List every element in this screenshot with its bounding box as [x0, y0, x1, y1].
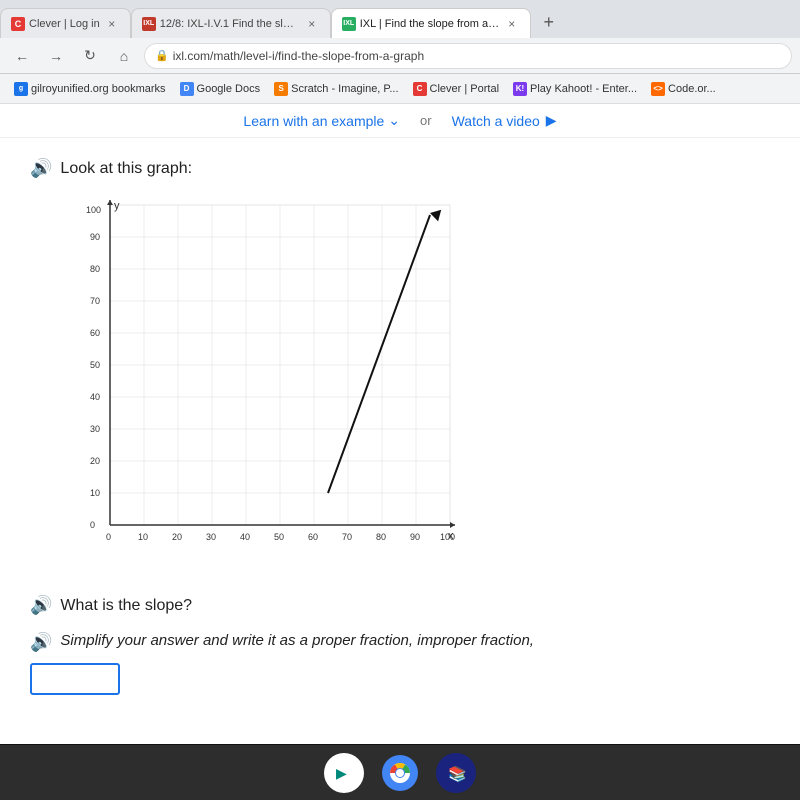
svg-text:30: 30	[90, 424, 100, 434]
bookmark-clever-label: Clever | Portal	[430, 83, 500, 95]
svg-text:0: 0	[106, 532, 111, 542]
svg-text:90: 90	[410, 532, 420, 542]
speaker-icon-3[interactable]: 🔊	[30, 632, 52, 653]
svg-text:70: 70	[342, 532, 352, 542]
bookmark-clever[interactable]: C Clever | Portal	[407, 80, 506, 98]
bookmark-code-label: Code.or...	[668, 83, 716, 95]
svg-text:📚: 📚	[448, 765, 467, 783]
google-meet-icon[interactable]: ▶	[324, 753, 364, 793]
graph-svg: y x 0 10 20 30 40 50 60 70 80 90	[70, 195, 470, 575]
new-tab-button[interactable]: +	[535, 8, 563, 36]
tab-ixl2[interactable]: IXL IXL | Find the slope from a graph ×	[331, 8, 531, 38]
bookmark-gilroy-label: gilroyunified.org bookmarks	[31, 83, 166, 95]
tab-ixl1[interactable]: IXL 12/8: IXL-I.V.1 Find the slope fr...…	[131, 8, 331, 38]
url-bar[interactable]: 🔒 ixl.com/math/level-i/find-the-slope-fr…	[144, 43, 792, 69]
svg-text:10: 10	[138, 532, 148, 542]
play-icon: ▶	[546, 112, 557, 129]
answer-input[interactable]	[30, 663, 120, 695]
chrome-icon[interactable]	[380, 753, 420, 793]
ixl2-favicon: IXL	[342, 17, 356, 31]
svg-text:50: 50	[90, 360, 100, 370]
svg-text:60: 60	[308, 532, 318, 542]
bookmark-scratch[interactable]: S Scratch - Imagine, P...	[268, 80, 404, 98]
url-text: ixl.com/math/level-i/find-the-slope-from…	[173, 49, 424, 63]
svg-text:30: 30	[206, 532, 216, 542]
svg-text:40: 40	[240, 532, 250, 542]
what-is-slope-row: 🔊 What is the slope?	[30, 595, 770, 616]
taskbar: ▶	[0, 744, 800, 800]
svg-text:70: 70	[90, 296, 100, 306]
book-icon[interactable]: 📚	[436, 753, 476, 793]
what-is-slope-text: What is the slope?	[60, 597, 192, 615]
svg-text:60: 60	[90, 328, 100, 338]
svg-text:50: 50	[274, 532, 284, 542]
graph-container: y x 0 10 20 30 40 50 60 70 80 90	[70, 195, 470, 575]
bookmark-code[interactable]: <> Code.or...	[645, 80, 722, 98]
browser-wrapper: C Clever | Log in × IXL 12/8: IXL-I.V.1 …	[0, 0, 800, 800]
or-separator: or	[420, 113, 432, 128]
back-button[interactable]: ←	[8, 42, 36, 70]
address-bar: ← → ↻ ⌂ 🔒 ixl.com/math/level-i/find-the-…	[0, 38, 800, 74]
code-favicon: <>	[651, 82, 665, 96]
learn-example-button[interactable]: Learn with an example ⌄	[243, 112, 400, 129]
svg-text:100: 100	[86, 205, 101, 215]
clever-bm-favicon: C	[413, 82, 427, 96]
bookmark-kahoot[interactable]: K! Play Kahoot! - Enter...	[507, 80, 643, 98]
look-at-graph-row: 🔊 Look at this graph:	[30, 158, 770, 179]
look-at-graph-text: Look at this graph:	[60, 160, 192, 178]
ixl1-favicon: IXL	[142, 17, 156, 31]
svg-text:y: y	[114, 200, 120, 212]
svg-text:20: 20	[90, 456, 100, 466]
tab-clever-close[interactable]: ×	[104, 16, 120, 32]
svg-text:80: 80	[90, 264, 100, 274]
svg-text:100: 100	[440, 532, 455, 542]
scratch-favicon: S	[274, 82, 288, 96]
tab-ixl1-close[interactable]: ×	[304, 16, 320, 32]
bookmark-gilroy[interactable]: g gilroyunified.org bookmarks	[8, 80, 172, 98]
chevron-down-icon: ⌄	[388, 112, 400, 129]
forward-button[interactable]: →	[42, 42, 70, 70]
tab-ixl2-label: IXL | Find the slope from a graph	[360, 18, 500, 30]
page-content: 🔊 Look at this graph:	[0, 138, 800, 744]
tab-ixl1-label: 12/8: IXL-I.V.1 Find the slope fr...	[160, 18, 300, 30]
content-area: Learn with an example ⌄ or Watch a video…	[0, 104, 800, 744]
bookmark-docs-label: Google Docs	[197, 83, 261, 95]
svg-text:10: 10	[90, 488, 100, 498]
home-button[interactable]: ⌂	[110, 42, 138, 70]
watch-video-label: Watch a video	[452, 113, 540, 129]
simplify-row: 🔊 Simplify your answer and write it as a…	[30, 632, 770, 653]
speaker-icon-2[interactable]: 🔊	[30, 595, 52, 616]
gilroy-favicon: g	[14, 82, 28, 96]
svg-text:0: 0	[90, 520, 95, 530]
refresh-button[interactable]: ↻	[76, 42, 104, 70]
tab-ixl2-close[interactable]: ×	[504, 16, 520, 32]
watch-video-button[interactable]: Watch a video ▶	[452, 112, 557, 129]
svg-text:40: 40	[90, 392, 100, 402]
bookmark-scratch-label: Scratch - Imagine, P...	[291, 83, 398, 95]
svg-text:90: 90	[90, 232, 100, 242]
tab-clever[interactable]: C Clever | Log in ×	[0, 8, 131, 38]
svg-text:20: 20	[172, 532, 182, 542]
kahoot-favicon: K!	[513, 82, 527, 96]
bookmarks-bar: g gilroyunified.org bookmarks D Google D…	[0, 74, 800, 104]
tab-clever-label: Clever | Log in	[29, 18, 100, 30]
speaker-icon-1[interactable]: 🔊	[30, 158, 52, 179]
simplify-text: Simplify your answer and write it as a p…	[60, 632, 534, 649]
tab-bar: C Clever | Log in × IXL 12/8: IXL-I.V.1 …	[0, 0, 800, 38]
learn-example-label: Learn with an example	[243, 113, 384, 129]
lock-icon: 🔒	[155, 49, 169, 62]
bookmark-kahoot-label: Play Kahoot! - Enter...	[530, 83, 637, 95]
bookmark-docs[interactable]: D Google Docs	[174, 80, 267, 98]
svg-text:▶: ▶	[336, 765, 347, 781]
clever-favicon: C	[11, 17, 25, 31]
action-bar: Learn with an example ⌄ or Watch a video…	[0, 104, 800, 138]
svg-text:80: 80	[376, 532, 386, 542]
browser-frame: C Clever | Log in × IXL 12/8: IXL-I.V.1 …	[0, 0, 800, 800]
docs-favicon: D	[180, 82, 194, 96]
